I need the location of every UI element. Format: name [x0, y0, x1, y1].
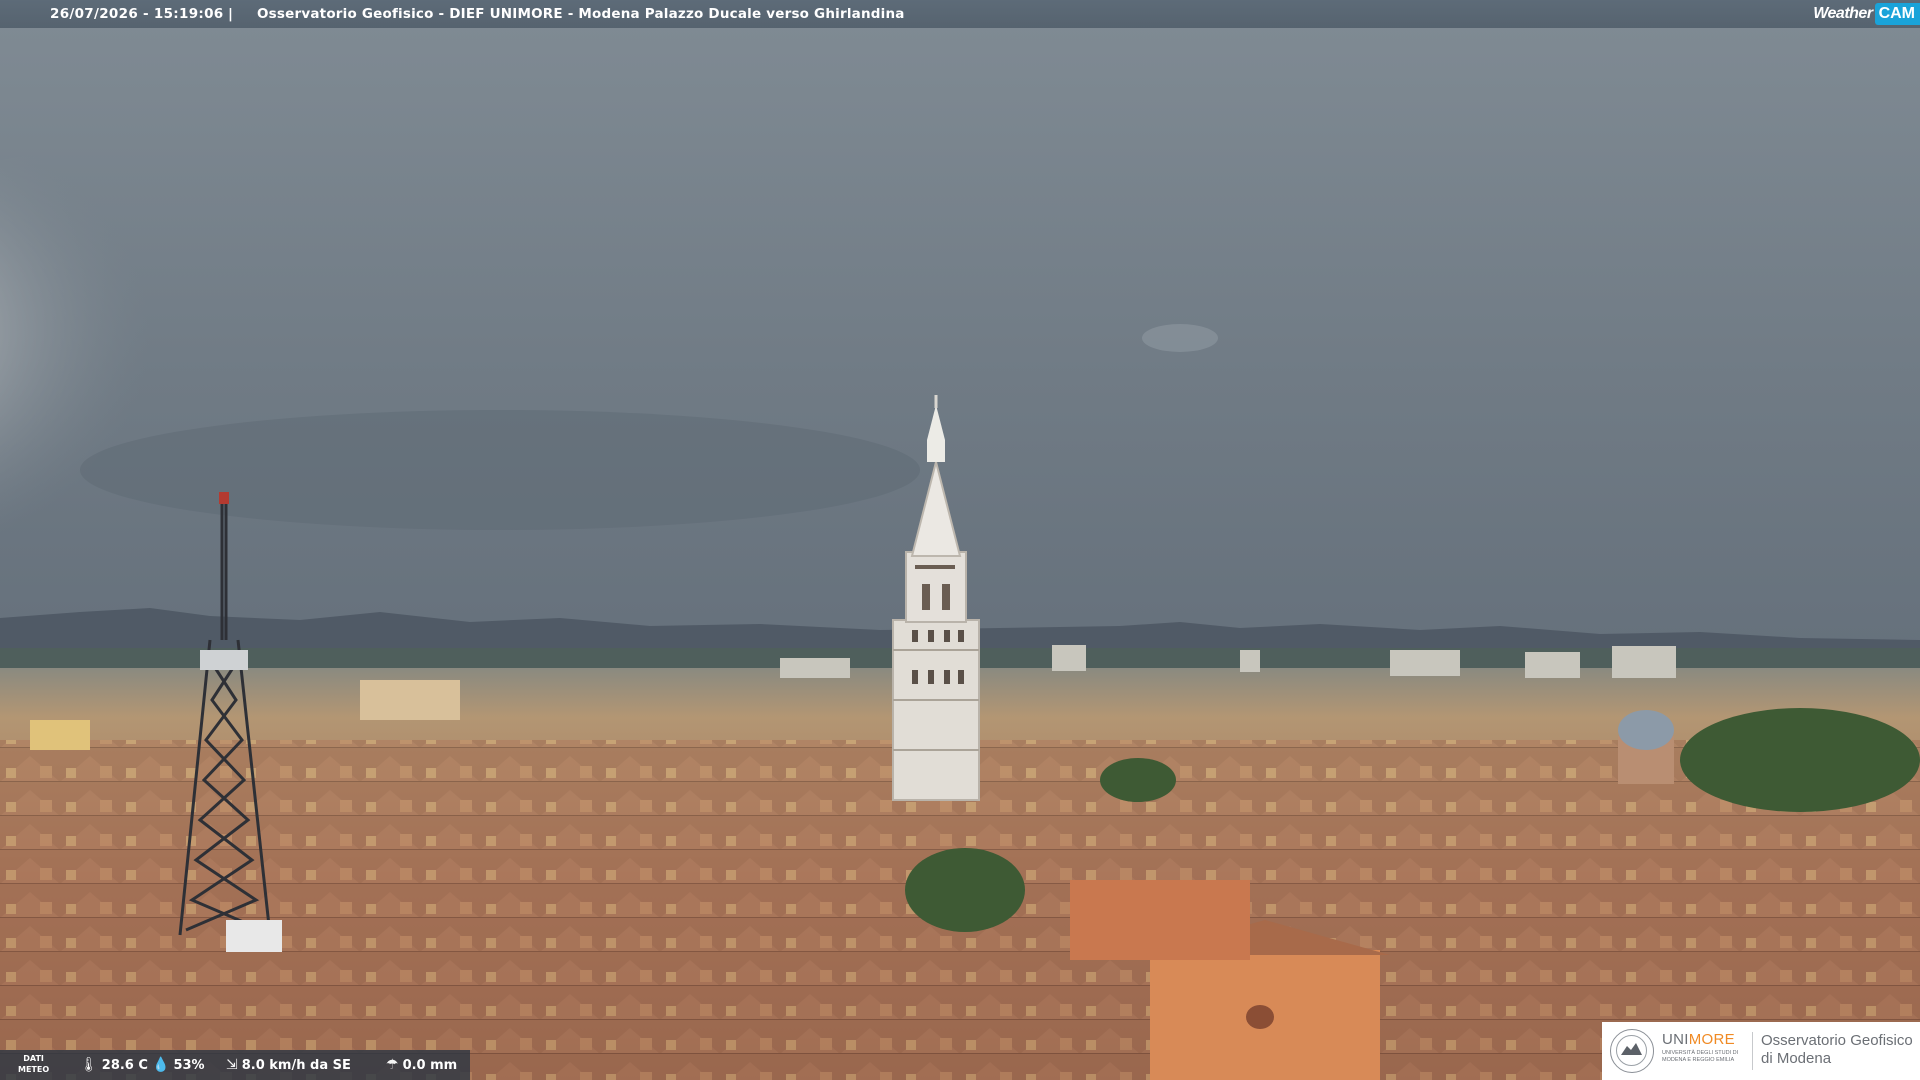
wind-icon: ⇲ [226, 1057, 238, 1073]
rain-reading: ☂ 0.0 mm [386, 1057, 458, 1073]
webcam-scene [0, 0, 1920, 1080]
unimore-brand: UNIMORE [1662, 1031, 1735, 1048]
wind-reading: ⇲ 8.0 km/h da SE [226, 1057, 351, 1073]
humidity-reading: 💧 53% [152, 1057, 205, 1073]
camera-title: Osservatorio Geofisico - DIEF UNIMORE - … [257, 6, 905, 22]
meteo-label: DATI METEO [18, 1054, 50, 1074]
small-cloud [1142, 324, 1218, 352]
weather-data-strip: DATI METEO 🌡 28.6 C 💧 53% ⇲ 8.0 km/h da … [0, 1050, 470, 1080]
unimore-subtitle: UNIVERSITÀ DEGLI STUDI DI MODENA E REGGI… [1662, 1050, 1739, 1063]
weathercam-word: Weather [1813, 5, 1873, 22]
top-banner: 26/07/2026 - 15:19:06 | Osservatorio Geo… [0, 0, 1920, 28]
university-seal-icon [1610, 1029, 1654, 1073]
rain-shaft [80, 410, 920, 530]
banner-separator: | [228, 6, 233, 22]
thermometer-icon: 🌡 [80, 1057, 98, 1073]
humidity-drop-icon: 💧 [152, 1057, 170, 1073]
observatory-name: Osservatorio Geofisico di Modena [1761, 1032, 1913, 1067]
weathercam-cam: CAM [1874, 3, 1920, 25]
temperature-reading: 🌡 28.6 C [80, 1057, 148, 1073]
timestamp: 26/07/2026 - 15:19:06 [50, 6, 224, 22]
weathercam-logo: Weather CAM [1813, 0, 1920, 28]
unimore-logo-box: UNIMORE UNIVERSITÀ DEGLI STUDI DI MODENA… [1602, 1022, 1920, 1080]
church-dome [1618, 710, 1674, 784]
rain-icon: ☂ [386, 1057, 399, 1073]
logo-divider [1752, 1032, 1753, 1070]
